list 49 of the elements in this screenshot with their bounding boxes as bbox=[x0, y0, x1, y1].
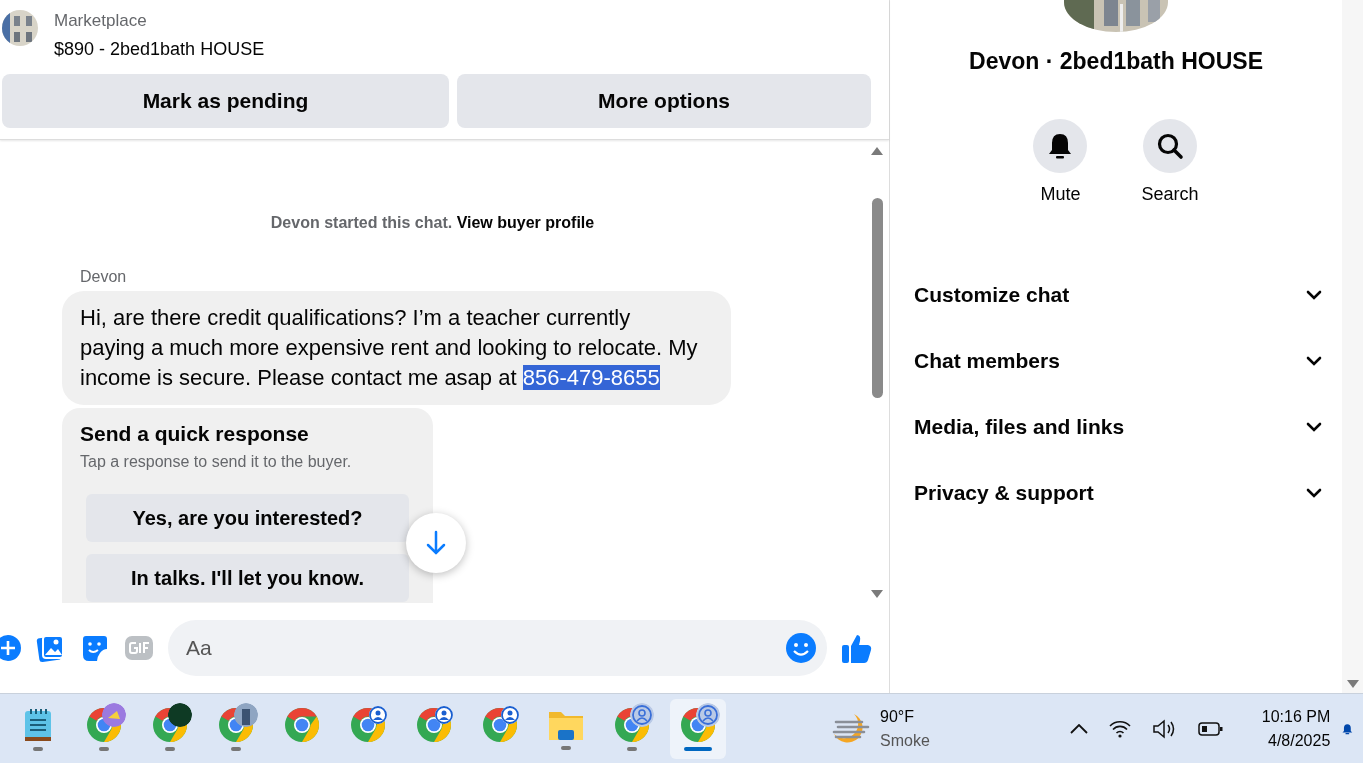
clock-date[interactable]: 4/8/2025 bbox=[1261, 728, 1331, 753]
message-field[interactable]: Aa bbox=[168, 620, 827, 676]
search-icon bbox=[1156, 131, 1184, 160]
scroll-to-bottom-button[interactable] bbox=[406, 513, 466, 573]
sender-name: Devon bbox=[80, 267, 128, 287]
mute-label: Mute bbox=[1040, 182, 1081, 206]
section-header[interactable]: Media, files and links bbox=[890, 393, 1342, 460]
thumbs-up-icon[interactable] bbox=[841, 632, 873, 664]
notepad-icon bbox=[23, 706, 53, 743]
plus-icon[interactable] bbox=[0, 634, 22, 662]
badge-icon bbox=[102, 702, 126, 727]
browser-icon bbox=[284, 706, 320, 743]
section-header[interactable]: Privacy & support bbox=[890, 459, 1342, 526]
scrollbar-thumb[interactable] bbox=[871, 197, 883, 398]
listing-action-button[interactable]: Mark as pending bbox=[2, 74, 449, 128]
emoji-icon[interactable] bbox=[785, 632, 817, 664]
weather-icon bbox=[832, 711, 870, 746]
conversation-title: Devon · 2bed1bath HOUSE bbox=[969, 47, 1263, 76]
badge-icon bbox=[696, 702, 720, 727]
chevron-up-icon[interactable] bbox=[1069, 723, 1088, 734]
search-label: Search bbox=[1141, 182, 1199, 206]
wifi-icon[interactable] bbox=[1107, 719, 1132, 738]
clock-time[interactable]: 10:16 PM bbox=[1261, 704, 1331, 729]
badge-icon bbox=[168, 702, 192, 727]
bell-icon bbox=[1047, 131, 1074, 160]
chat-intro: Devon started this chat. bbox=[270, 214, 453, 231]
message-bubble: Hi, are there credit qualifications? I’m a teacher currently paying a much more expensive rent and looking to relocate. My income is secure. Please contact me asap at 856-479-8655 bbox=[62, 291, 731, 405]
listing-source: Marketplace bbox=[54, 10, 148, 32]
listing-title: $890 - 2bed1bath HOUSE bbox=[54, 38, 265, 61]
quick-response-button[interactable]: In talks. I'll let you know. bbox=[86, 554, 409, 602]
taskbar-app-button[interactable] bbox=[670, 698, 726, 759]
sticker-icon[interactable] bbox=[80, 633, 110, 663]
arrow-down-icon bbox=[425, 530, 447, 556]
search-button[interactable] bbox=[1143, 118, 1197, 173]
scroll-down-icon[interactable] bbox=[870, 589, 884, 599]
quick-response-hint: Tap a response to send it to the buyer. bbox=[80, 452, 353, 472]
quick-response-button[interactable]: Yes, are you interested? bbox=[86, 494, 409, 542]
listing-action-button[interactable]: More options bbox=[456, 74, 871, 128]
weather-temperature[interactable]: 90°F bbox=[880, 704, 930, 729]
section-header[interactable]: Customize chat bbox=[890, 261, 1342, 328]
weather-condition[interactable]: Smoke bbox=[880, 728, 930, 753]
quick-response-title: Send a quick response bbox=[80, 421, 310, 447]
section-header[interactable]: Chat members bbox=[890, 327, 1342, 394]
scroll-down-icon[interactable] bbox=[1345, 679, 1360, 689]
badge-icon bbox=[234, 702, 258, 727]
badge-icon bbox=[630, 702, 654, 727]
scroll-up-icon[interactable] bbox=[870, 146, 884, 156]
battery-icon[interactable] bbox=[1197, 720, 1224, 737]
view-profile-link[interactable]: View buyer profile bbox=[456, 214, 595, 231]
